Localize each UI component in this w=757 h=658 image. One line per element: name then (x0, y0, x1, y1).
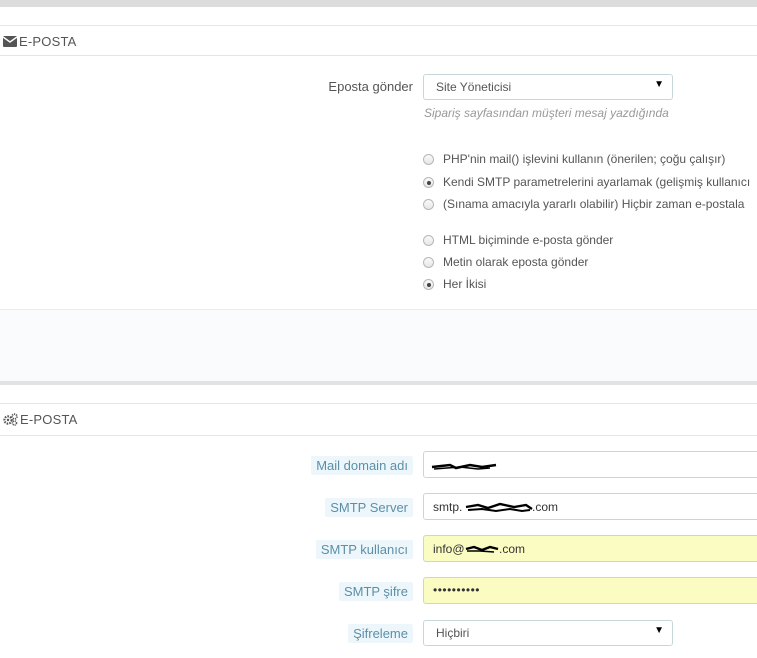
smtp-user-suffix: .com (499, 542, 526, 556)
radio-label: Kendi SMTP parametrelerini ayarlamak (ge… (443, 175, 751, 189)
smtp-server-label: SMTP Server (325, 498, 413, 517)
mail-domain-input[interactable] (423, 451, 757, 478)
mail-domain-label: Mail domain adı (311, 456, 413, 475)
panel-title: E-POSTA (20, 412, 78, 427)
encryption-select[interactable]: Hiçbiri ▼ (423, 620, 673, 646)
redaction-scribble (431, 463, 497, 470)
panel-title: E-POSTA (19, 34, 77, 49)
send-email-label: Eposta gönder (328, 79, 413, 94)
smtp-user-label: SMTP kullanıcı (315, 540, 413, 559)
smtp-password-value: •••••••••• (433, 583, 481, 597)
radio-button[interactable] (423, 235, 434, 246)
smtp-server-suffix: .com (532, 500, 559, 514)
envelope-icon (2, 35, 18, 50)
gears-icon (3, 413, 18, 429)
radio-label: PHP'nin mail() işlevini kullanın (öneril… (443, 152, 726, 166)
radio-label: Her İkisi (443, 277, 487, 291)
chevron-down-icon: ▼ (654, 625, 664, 636)
send-email-select-value: Site Yöneticisi (436, 80, 512, 94)
radio-label: Metin olarak eposta gönder (443, 255, 589, 269)
send-email-help: Sipariş sayfasından müşteri mesaj yazdığ… (424, 106, 669, 120)
redaction-scribble (465, 545, 499, 553)
panel-footer (0, 309, 757, 383)
smtp-user-prefix: info@ (433, 542, 465, 556)
panel-heading-email: E-POSTA (0, 25, 757, 56)
smtp-server-input[interactable]: smtp. .com (423, 493, 757, 520)
radio-button[interactable] (423, 154, 434, 165)
radio-button[interactable] (423, 279, 434, 290)
radio-button[interactable] (423, 177, 434, 188)
radio-button[interactable] (423, 257, 434, 268)
send-email-select[interactable]: Site Yöneticisi ▼ (423, 74, 673, 100)
radio-label: HTML biçiminde e-posta gönder (443, 233, 614, 247)
chevron-down-icon: ▼ (654, 79, 664, 90)
smtp-user-input[interactable]: info@ .com (423, 535, 757, 562)
redaction-scribble (465, 502, 533, 513)
smtp-password-label: SMTP şifre (338, 582, 413, 601)
smtp-server-prefix: smtp. (433, 500, 463, 514)
top-bar (0, 0, 757, 7)
encryption-select-value: Hiçbiri (436, 626, 470, 640)
radio-label: (Sınama amacıyla yararlı olabilir) Hiçbi… (443, 197, 745, 211)
section-divider (0, 381, 757, 385)
smtp-password-input[interactable]: •••••••••• (423, 577, 757, 604)
radio-button[interactable] (423, 199, 434, 210)
encryption-label: Şifreleme (348, 624, 413, 643)
panel-heading-smtp: E-POSTA (0, 403, 757, 436)
